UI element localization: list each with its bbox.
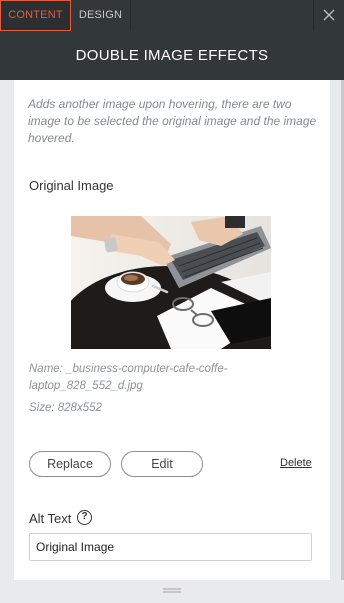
image-file-size: Size: 828x552 [29, 402, 102, 414]
edit-button[interactable]: Edit [121, 451, 203, 477]
alt-text-label: Alt Text [29, 511, 72, 526]
image-file-name: Name: _business-computer-cafe-coffe- lap… [29, 361, 269, 395]
original-image-label: Original Image [29, 178, 114, 193]
replace-button[interactable]: Replace [29, 451, 111, 477]
tab-design[interactable]: DESIGN [71, 0, 131, 31]
drag-handle-icon[interactable] [163, 588, 181, 594]
close-button[interactable] [313, 0, 344, 31]
tab-bar: CONTENT DESIGN [0, 0, 344, 31]
image-file-name-line-1: Name: _business-computer-cafe-coffe- [29, 363, 228, 375]
panel-title: DOUBLE IMAGE EFFECTS [0, 31, 344, 80]
alt-text-input[interactable] [29, 533, 312, 561]
tab-content[interactable]: CONTENT [0, 0, 71, 31]
image-file-name-line-2: laptop_828_552_d.jpg [29, 380, 143, 392]
original-image-thumbnail[interactable] [71, 216, 271, 349]
help-icon[interactable]: ? [77, 510, 92, 525]
delete-link[interactable]: Delete [280, 457, 312, 469]
close-icon [323, 9, 335, 21]
widget-description: Adds another image upon hovering, there … [28, 97, 317, 145]
